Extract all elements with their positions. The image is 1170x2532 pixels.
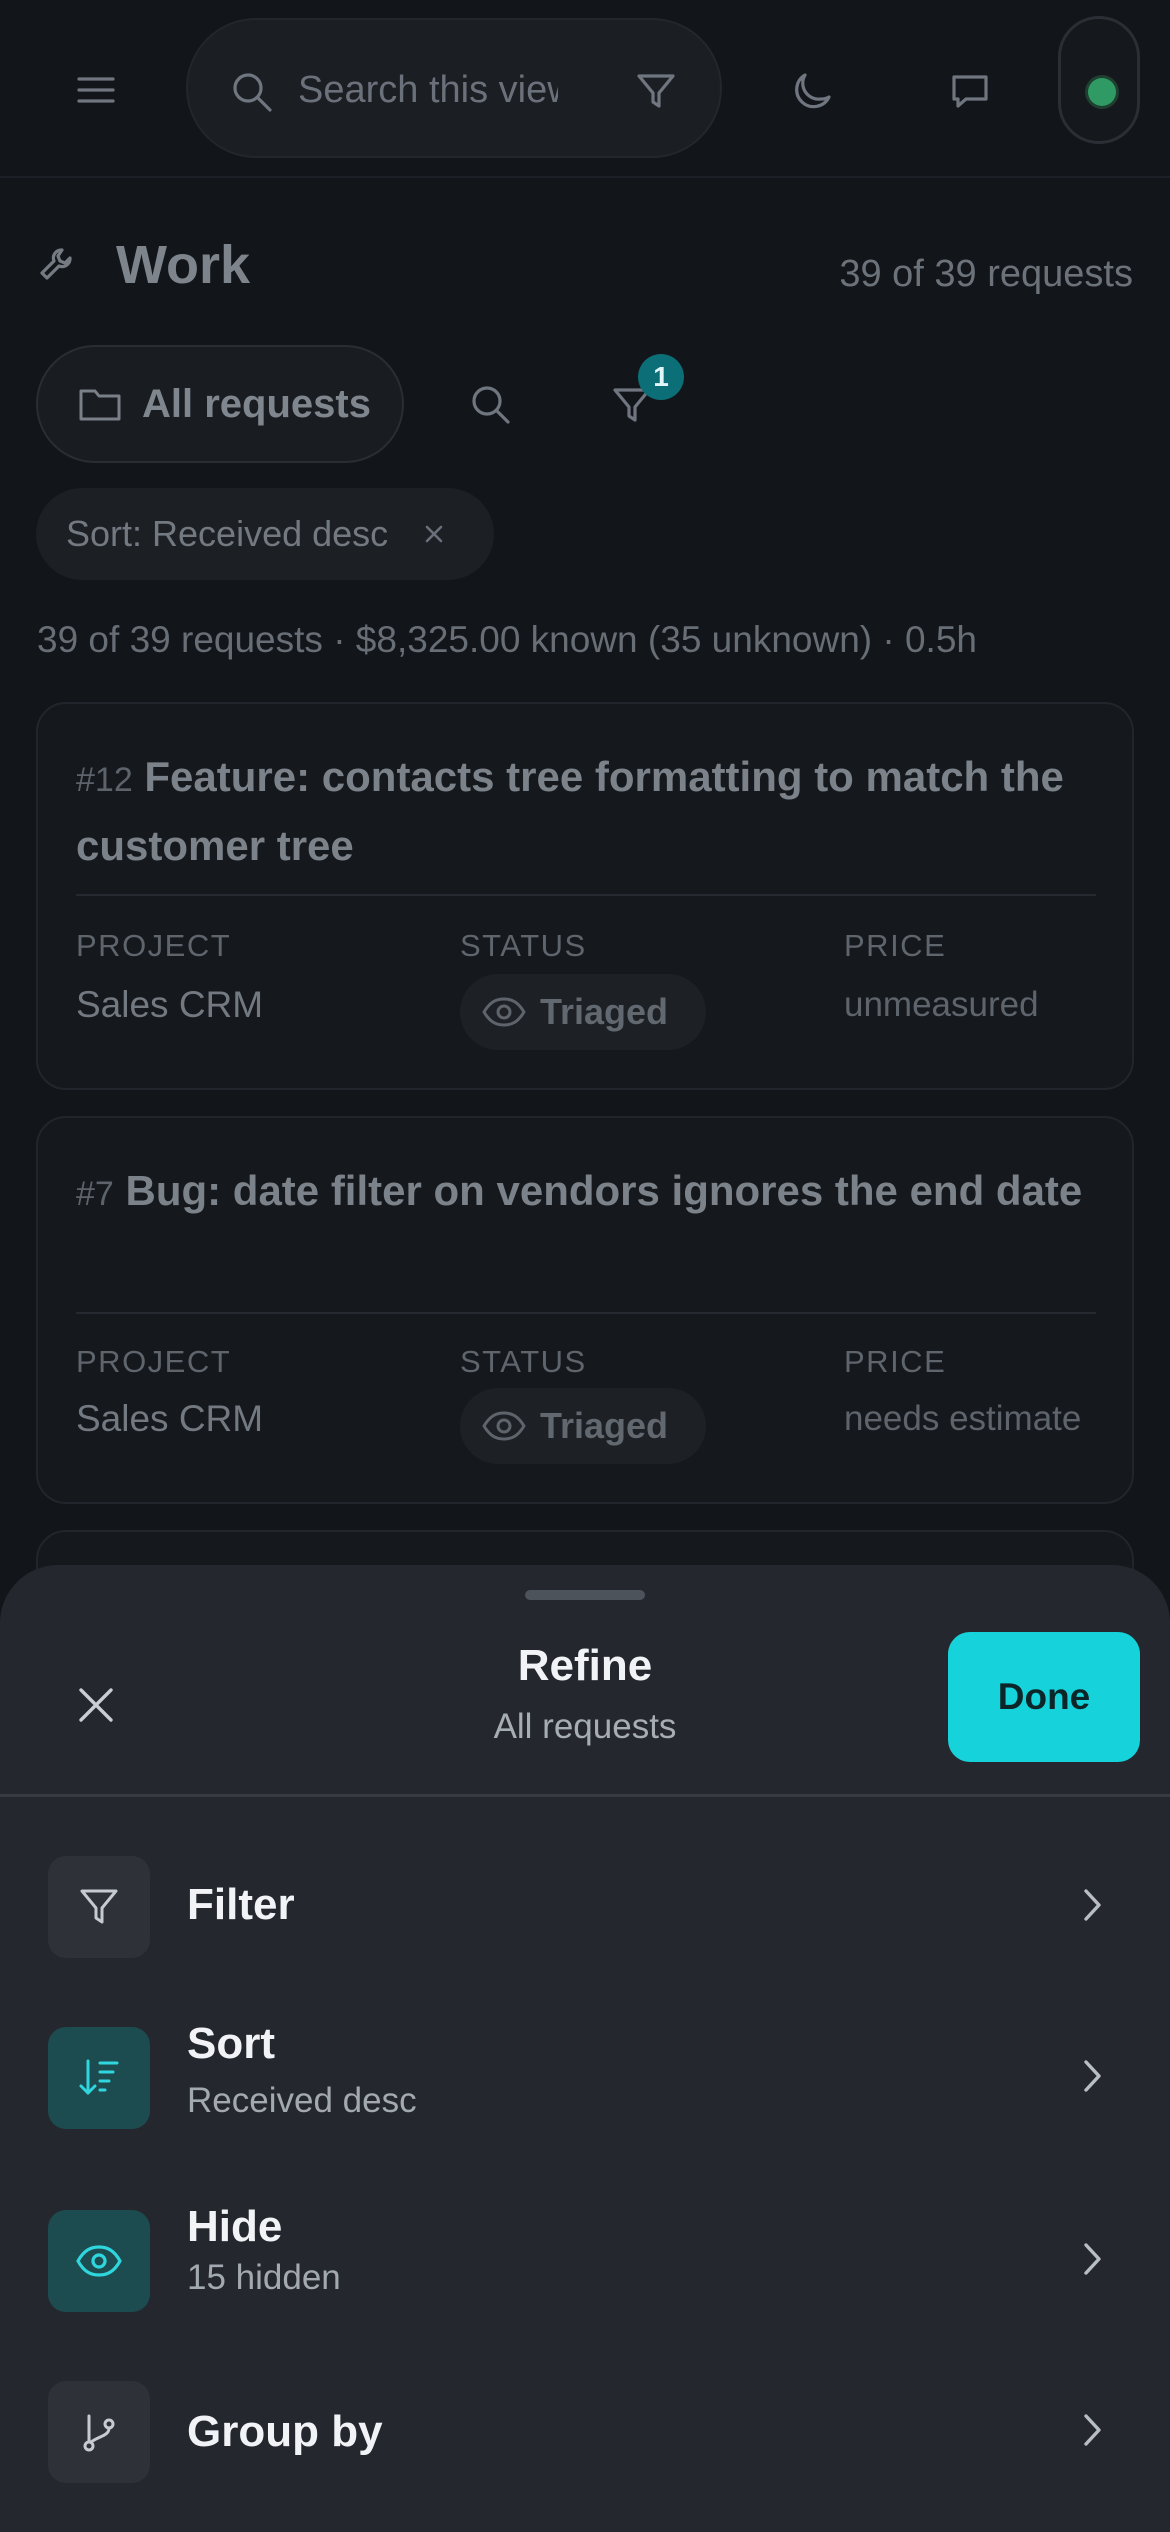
refine-item-value: 15 hidden bbox=[187, 2258, 341, 2297]
connection-status[interactable] bbox=[1058, 16, 1140, 144]
wrench-icon bbox=[36, 242, 76, 286]
hamburger-icon bbox=[77, 77, 115, 103]
refine-item-group-by[interactable]: Group by bbox=[0, 2366, 1170, 2496]
refine-item-filter[interactable]: Filter bbox=[0, 1841, 1170, 1971]
project-value: Sales CRM bbox=[76, 984, 264, 1025]
sheet-divider bbox=[0, 1794, 1170, 1797]
price-value: needs estimate bbox=[844, 1399, 1082, 1438]
project-label: PROJECT bbox=[76, 1344, 232, 1379]
refine-item-hide[interactable]: Hide 15 hidden bbox=[0, 2195, 1170, 2325]
menu-button[interactable] bbox=[56, 56, 136, 124]
feedback-button[interactable] bbox=[935, 56, 1005, 126]
filter-count-badge: 1 bbox=[638, 354, 684, 400]
refine-item-label: Filter bbox=[187, 1880, 295, 1929]
request-count: 39 of 39 requests bbox=[839, 253, 1133, 295]
refine-item-sort[interactable]: Sort Received desc bbox=[0, 2012, 1170, 2142]
request-title: #7 Bug: date filter on vendors ignores t… bbox=[76, 1158, 1106, 1227]
refine-item-value: Received desc bbox=[187, 2081, 417, 2120]
sort-chip-label: Sort: Received desc bbox=[66, 513, 389, 554]
filter-icon bbox=[637, 74, 675, 108]
refine-item-label: Group by bbox=[187, 2407, 383, 2456]
search-icon bbox=[224, 64, 280, 120]
status-value: Triaged bbox=[540, 991, 669, 1032]
done-button[interactable]: Done bbox=[948, 1632, 1140, 1762]
request-card[interactable]: #12 Feature: contacts tree formatting to… bbox=[36, 702, 1134, 1090]
request-title-text: Feature: contacts tree formatting to mat… bbox=[76, 753, 1064, 869]
page-title: Work bbox=[116, 235, 251, 295]
drag-handle[interactable] bbox=[525, 1590, 645, 1600]
sort-icon bbox=[48, 2027, 150, 2129]
eye-icon bbox=[482, 1411, 526, 1441]
search-input[interactable]: Search this view bbox=[298, 64, 558, 116]
project-label: PROJECT bbox=[76, 928, 232, 963]
eye-icon bbox=[48, 2210, 150, 2312]
status-badge: Triaged bbox=[460, 1388, 706, 1464]
sort-chip[interactable]: Sort: Received desc bbox=[36, 488, 494, 580]
request-number: #7 bbox=[76, 1175, 114, 1213]
moon-icon bbox=[795, 73, 831, 109]
card-divider bbox=[76, 894, 1096, 896]
theme-toggle-button[interactable] bbox=[778, 56, 848, 126]
request-title-text: Bug: date filter on vendors ignores the … bbox=[125, 1167, 1083, 1214]
chevron-right-icon bbox=[1078, 2410, 1106, 2455]
search-filter-button[interactable] bbox=[628, 64, 684, 120]
status-value: Triaged bbox=[540, 1405, 669, 1446]
eye-icon bbox=[482, 997, 526, 1027]
view-selector-label: All requests bbox=[142, 381, 371, 426]
refine-item-label: Sort bbox=[187, 2019, 275, 2068]
refine-item-label: Hide bbox=[187, 2202, 283, 2251]
search-requests-button[interactable] bbox=[458, 372, 522, 436]
view-selector-button[interactable]: All requests bbox=[36, 345, 404, 463]
chevron-right-icon bbox=[1078, 2239, 1106, 2284]
request-title: #12 Feature: contacts tree formatting to… bbox=[76, 744, 1106, 879]
card-divider bbox=[76, 1312, 1096, 1314]
folder-icon bbox=[78, 386, 122, 422]
status-badge: Triaged bbox=[460, 974, 706, 1050]
refine-sheet: Refine All requests Done Filter Sort Rec… bbox=[0, 1565, 1170, 2532]
request-number: #12 bbox=[76, 761, 133, 799]
project-value: Sales CRM bbox=[76, 1398, 264, 1439]
chevron-right-icon bbox=[1078, 2056, 1106, 2101]
message-icon bbox=[952, 75, 988, 108]
request-card[interactable]: #7 Bug: date filter on vendors ignores t… bbox=[36, 1116, 1134, 1504]
results-summary: 39 of 39 requests · $8,325.00 known (35 … bbox=[37, 619, 977, 660]
filter-icon bbox=[48, 1856, 150, 1958]
chevron-right-icon bbox=[1078, 1885, 1106, 1930]
search-icon bbox=[472, 386, 510, 424]
status-label: STATUS bbox=[460, 1344, 587, 1379]
online-indicator bbox=[1088, 78, 1116, 106]
search-bar[interactable]: Search this view bbox=[186, 18, 722, 158]
git-branch-icon bbox=[48, 2381, 150, 2483]
price-value: unmeasured bbox=[844, 985, 1039, 1024]
top-bar: Search this view bbox=[0, 0, 1170, 178]
status-label: STATUS bbox=[460, 928, 587, 963]
close-icon[interactable] bbox=[424, 524, 444, 544]
price-label: PRICE bbox=[844, 928, 947, 963]
price-label: PRICE bbox=[844, 1344, 947, 1379]
